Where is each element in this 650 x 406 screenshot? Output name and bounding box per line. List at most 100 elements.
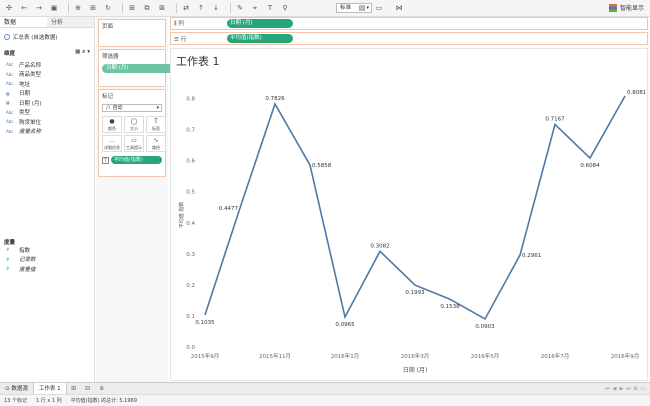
marks-button-label: 路径 bbox=[152, 144, 160, 150]
date-type-icon: ▦ bbox=[6, 90, 10, 96]
new-dashboard-icon[interactable]: ⊟ bbox=[83, 384, 93, 394]
string-type-icon: Abc bbox=[6, 109, 14, 115]
dimension-field[interactable]: ▦ 日期 bbox=[0, 89, 94, 99]
dimension-field[interactable]: Abc 类型 bbox=[0, 108, 94, 118]
x-tick-label: 2016年7月 bbox=[541, 352, 570, 360]
x-tick-label: 2016年5月 bbox=[471, 352, 500, 360]
group-icon[interactable]: ⌖ bbox=[250, 3, 260, 13]
marks-button[interactable]: T 标签 bbox=[146, 116, 166, 133]
pages-card[interactable]: 页面 bbox=[98, 19, 166, 47]
fit-dropdown-label: 标准 bbox=[340, 5, 352, 11]
rows-shelf[interactable]: ☰ 行 平均值(指数) bbox=[170, 32, 648, 45]
toolbar-divider bbox=[176, 3, 177, 13]
rows-label-text: 行 bbox=[180, 36, 187, 43]
marks-button[interactable]: ◯ 大小 bbox=[124, 116, 144, 133]
marks-card: 标记 ∕∖ 自动 ▾ ● 颜色 ◯ 大小 T 标签… 详细信息 ▭ 工具提示 ∿ 路径 T 平均值(… bbox=[98, 89, 166, 177]
sort-asc-icon[interactable]: ↑ bbox=[196, 3, 206, 13]
data-label: 0.3082 bbox=[370, 243, 389, 249]
marks-button-icon: ● bbox=[109, 117, 115, 125]
data-label: 0.6084 bbox=[580, 163, 600, 169]
prev-sheet-icon[interactable]: ◀ bbox=[611, 386, 618, 392]
marks-button[interactable]: ● 颜色 bbox=[102, 116, 122, 133]
series-line[interactable] bbox=[204, 95, 626, 321]
new-story-icon[interactable]: ⧈ bbox=[97, 384, 107, 394]
dimensions-tools-icon[interactable]: ▦ ⌕ ▾ bbox=[75, 49, 90, 57]
filters-card[interactable]: 筛选器 日期 (月) bbox=[98, 49, 184, 87]
marks-button-label: 详细信息 bbox=[104, 144, 120, 150]
status-bar: 13 个标记 1 行 x 1 列 平均值(指数) 的总计: 5.1969 bbox=[0, 394, 650, 406]
datasource-label: 汇总表 (自选数据) bbox=[13, 35, 58, 41]
share-icon[interactable]: ⋈ bbox=[394, 3, 404, 13]
dimension-field[interactable]: Abc 购货单位 bbox=[0, 117, 94, 127]
duplicate-icon[interactable]: ⧉ bbox=[142, 3, 152, 13]
label-mark-icon[interactable]: T bbox=[102, 156, 109, 164]
columns-shelf[interactable]: ⫼ 列 日期 (月) bbox=[170, 17, 648, 30]
refresh-icon[interactable]: ↻ bbox=[103, 3, 113, 13]
marks-pill-avg-index[interactable]: 平均值(指数) bbox=[110, 156, 162, 164]
datasource-icon bbox=[4, 34, 10, 40]
data-label: 0.8081 bbox=[627, 90, 646, 96]
tab-analysis[interactable]: 分析 bbox=[47, 17, 94, 27]
marks-button[interactable]: ▭ 工具提示 bbox=[124, 135, 144, 152]
fix-axes-icon[interactable]: ▤ bbox=[357, 3, 367, 13]
dimension-field[interactable]: Abc 产品名称 bbox=[0, 60, 94, 70]
y-tick-label: 0.4 bbox=[186, 221, 195, 227]
new-sheet-icon[interactable]: ⊞ bbox=[127, 3, 137, 13]
pin-icon[interactable]: ⚲ bbox=[280, 3, 290, 13]
marks-button-icon: ◯ bbox=[130, 117, 138, 125]
tab-data[interactable]: 数据 bbox=[0, 17, 47, 27]
y-tick-label: 0.1 bbox=[186, 314, 195, 320]
next-sheet-icon[interactable]: ▶ bbox=[618, 386, 625, 392]
data-label: 0.4477 bbox=[219, 206, 239, 212]
dimension-field[interactable]: Abc 度量名称 bbox=[0, 127, 94, 137]
tableau-logo-icon[interactable]: ✣ bbox=[4, 3, 14, 13]
redo-icon[interactable]: → bbox=[34, 3, 44, 13]
x-tick-label: 2015年11月 bbox=[259, 352, 291, 360]
dimension-field-name: 商品类型 bbox=[19, 72, 42, 79]
line-chart[interactable]: 0.0 0.1 0.2 0.3 0.4 0.5 0.6 0.7 0.8 2015年9月 2015年1… bbox=[171, 49, 649, 382]
marks-button[interactable]: ∿ 路径 bbox=[146, 135, 166, 152]
filmstrip-icon[interactable]: ▭ bbox=[639, 386, 646, 392]
datasource-item[interactable]: 汇总表 (自选数据) bbox=[0, 28, 94, 46]
dimension-field[interactable]: ▦ 日期 (月) bbox=[0, 98, 94, 108]
last-sheet-icon[interactable]: ⏭ bbox=[625, 386, 632, 392]
sort-desc-icon[interactable]: ↓ bbox=[211, 3, 221, 13]
dimension-field-name: 度量名称 bbox=[19, 129, 42, 136]
undo-icon[interactable]: ← bbox=[19, 3, 29, 13]
data-label: 0.1993 bbox=[405, 290, 425, 296]
show-me-button[interactable]: 智能显示 bbox=[608, 3, 644, 12]
presentation-icon[interactable]: ▭ bbox=[374, 3, 384, 13]
datasource-tab-label: 数据源 bbox=[11, 385, 28, 392]
y-tick-label: 0.7 bbox=[186, 128, 195, 134]
data-label: 0.0903 bbox=[475, 324, 495, 330]
marks-button-label: 标签 bbox=[152, 125, 160, 131]
string-type-icon: Abc bbox=[6, 71, 14, 77]
save-icon[interactable]: ▣ bbox=[49, 3, 59, 13]
x-axis-title: 日期 (月) bbox=[403, 366, 428, 374]
marks-button[interactable]: … 详细信息 bbox=[102, 135, 122, 152]
data-pane: 数据 分析 汇总表 (自选数据) 维度 ▦ ⌕ ▾ Abc 产品名称 Abc 商品类型… bbox=[0, 17, 95, 382]
clear-icon[interactable]: ⊠ bbox=[157, 3, 167, 13]
tab-datasource[interactable]: ⊙ 数据源 bbox=[0, 383, 33, 395]
tab-sheet-1[interactable]: 工作表 1 bbox=[32, 382, 67, 395]
measure-field[interactable]: # 指数 bbox=[0, 245, 95, 255]
sorter-icon[interactable]: ⊞ bbox=[632, 386, 639, 392]
swap-icon[interactable]: ⇄ bbox=[181, 3, 191, 13]
data-label: 0.0965 bbox=[335, 322, 355, 328]
new-datasource-icon[interactable]: ⊕ bbox=[73, 3, 83, 13]
dimension-field[interactable]: Abc 地址 bbox=[0, 79, 94, 89]
measure-field[interactable]: # 度量值 bbox=[0, 264, 95, 274]
highlight-icon[interactable]: ✎ bbox=[235, 3, 245, 13]
label-icon[interactable]: T bbox=[265, 3, 275, 13]
dimension-field[interactable]: Abc 商品类型 bbox=[0, 70, 94, 80]
pause-icon[interactable]: ⊞ bbox=[88, 3, 98, 13]
show-me-icon bbox=[608, 3, 617, 12]
rows-pill-avg-index[interactable]: 平均值(指数) bbox=[227, 34, 293, 43]
new-worksheet-icon[interactable]: ⊞ bbox=[69, 384, 79, 394]
first-sheet-icon[interactable]: ⏮ bbox=[604, 386, 611, 392]
mark-type-dropdown[interactable]: ∕∖ 自动 ▾ bbox=[102, 104, 162, 112]
columns-pill-date-month[interactable]: 日期 (月) bbox=[227, 19, 293, 28]
data-label: 0.7826 bbox=[265, 96, 285, 102]
measure-field[interactable]: # 记录数 bbox=[0, 255, 95, 265]
toolbar-divider bbox=[122, 3, 123, 13]
